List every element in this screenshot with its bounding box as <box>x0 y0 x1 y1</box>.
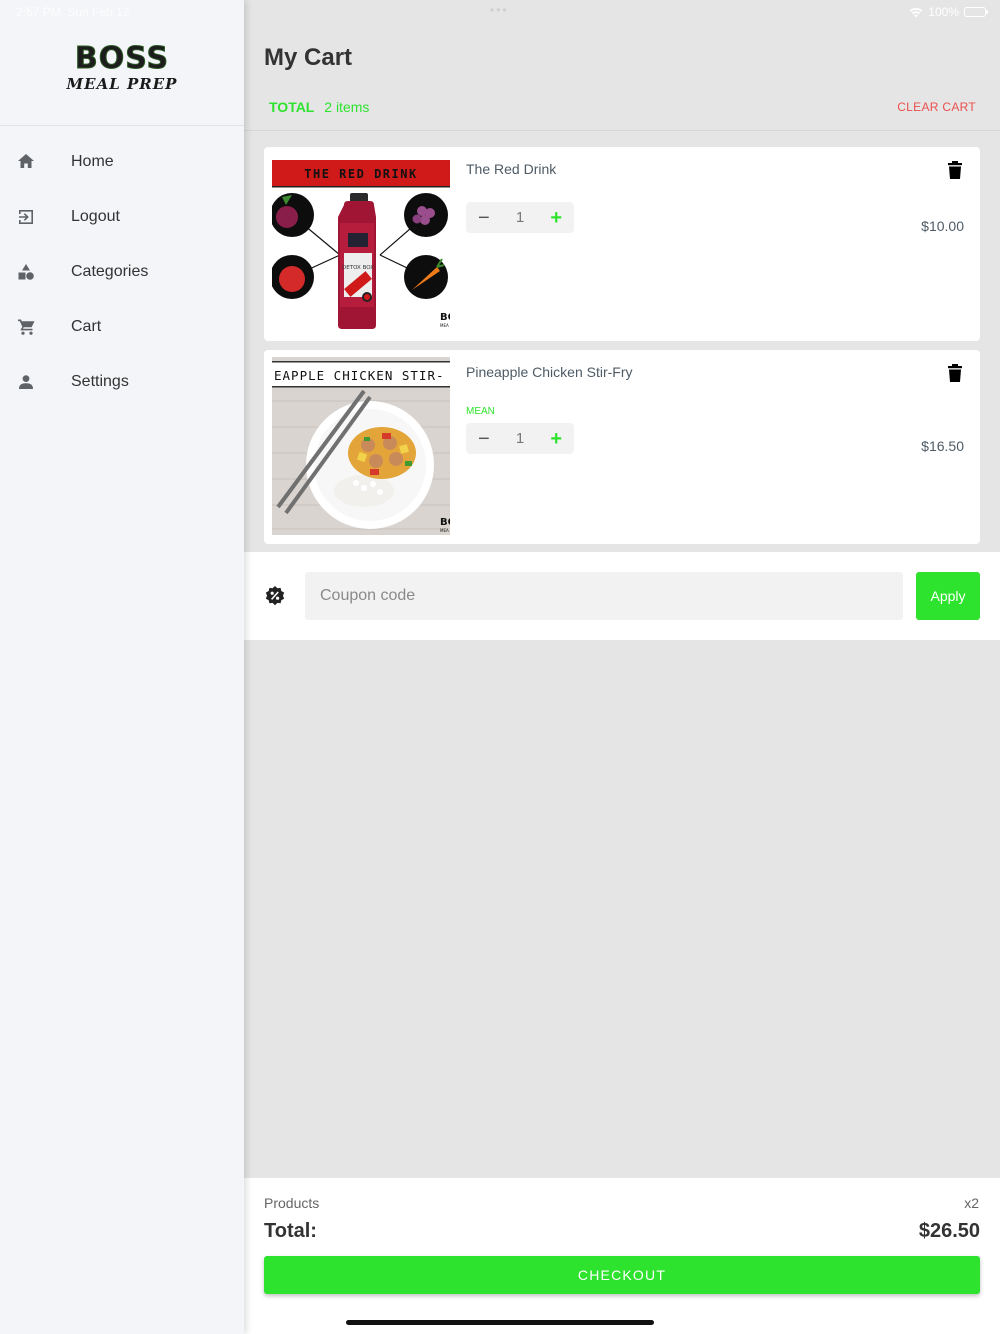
total-label: Total: <box>264 1220 317 1242</box>
quantity-stepper: − 1 + <box>466 423 574 454</box>
multitasking-dots[interactable]: ••• <box>490 3 509 17</box>
svg-text:BO: BO <box>440 312 450 323</box>
logout-icon <box>17 208 35 226</box>
sidebar-item-home[interactable]: Home <box>0 134 244 189</box>
home-icon <box>17 153 35 171</box>
product-image[interactable]: EAPPLE CHICKEN STIR- BO MEA <box>272 357 450 535</box>
categories-icon <box>17 263 35 281</box>
quantity-stepper: − 1 + <box>466 202 574 233</box>
svg-text:MEA: MEA <box>440 323 449 328</box>
sidebar-nav: Home Logout Categories Cart Settings <box>0 126 244 409</box>
logo-wordmark: BOSS <box>74 41 170 76</box>
coupon-code-input[interactable] <box>305 572 903 620</box>
status-time: 2:57 PM Sun Feb 12 <box>16 5 130 19</box>
total-value: $26.50 <box>918 1220 980 1242</box>
total-count: 2 items <box>324 99 370 115</box>
status-indicators: 100% <box>909 5 988 19</box>
product-image-caption: THE RED DRINK <box>304 167 417 181</box>
person-icon <box>17 373 35 391</box>
product-image-caption: EAPPLE CHICKEN STIR- <box>274 368 445 383</box>
sidebar-item-categories[interactable]: Categories <box>0 244 244 299</box>
wifi-icon <box>909 7 923 17</box>
cart-icon <box>17 318 35 336</box>
product-price: $16.50 <box>921 438 964 454</box>
cart-page: My Cart TOTAL 2 items CLEAR CART THE RED… <box>244 0 1000 1334</box>
products-label: Products <box>264 1195 320 1211</box>
product-image[interactable]: THE RED DRINK DETOX BOX B MEA <box>272 157 450 335</box>
apply-coupon-button[interactable]: Apply <box>916 572 980 620</box>
cart-total-summary: TOTAL 2 items <box>269 99 369 115</box>
products-count: x2 <box>964 1195 979 1211</box>
delete-icon[interactable] <box>948 161 964 181</box>
sidebar-item-label: Home <box>71 152 114 170</box>
increase-quantity-button[interactable]: + <box>550 429 562 449</box>
sidebar-item-label: Settings <box>71 372 129 390</box>
sidebar-item-logout[interactable]: Logout <box>0 189 244 244</box>
coupon-bar: Apply <box>244 552 1000 640</box>
cart-item: THE RED DRINK DETOX BOX B MEA The Red Dr… <box>264 147 980 341</box>
quantity-value: 1 <box>515 430 525 447</box>
product-name[interactable]: The Red Drink <box>466 161 556 177</box>
header-divider <box>244 130 1000 131</box>
sidebar: BOSS MEAL PREP Home Logout Categories Ca… <box>0 0 244 1334</box>
product-name[interactable]: Pineapple Chicken Stir-Fry <box>466 364 633 380</box>
product-price: $10.00 <box>921 218 964 234</box>
svg-text:MEA: MEA <box>440 528 449 533</box>
cart-item: EAPPLE CHICKEN STIR- BO MEA Pineapple Ch… <box>264 350 980 544</box>
battery-percent: 100% <box>928 5 959 19</box>
home-indicator[interactable] <box>346 1320 654 1325</box>
logo-tagline: MEAL PREP <box>66 75 178 93</box>
quantity-value: 1 <box>515 209 525 226</box>
sidebar-item-label: Categories <box>71 262 149 280</box>
sidebar-item-label: Cart <box>71 317 102 335</box>
order-summary: Products x2 Total: $26.50 CHECKOUT <box>244 1178 1000 1334</box>
decrease-quantity-button[interactable]: − <box>478 429 490 449</box>
product-variant: MEAN <box>466 406 495 417</box>
clear-cart-button[interactable]: CLEAR CART <box>897 100 976 114</box>
page-title: My Cart <box>264 44 353 71</box>
checkout-button[interactable]: CHECKOUT <box>264 1256 980 1294</box>
status-bar: 2:57 PM Sun Feb 12 ••• 100% <box>0 0 1000 24</box>
product-image-label: DETOX BOX <box>342 265 374 271</box>
sidebar-item-label: Logout <box>71 207 120 225</box>
battery-icon <box>964 7 988 17</box>
svg-text:BO: BO <box>440 517 450 528</box>
total-label: TOTAL <box>269 99 315 115</box>
delete-icon[interactable] <box>948 364 964 384</box>
sidebar-item-settings[interactable]: Settings <box>0 354 244 409</box>
sidebar-item-cart[interactable]: Cart <box>0 299 244 354</box>
decrease-quantity-button[interactable]: − <box>478 208 490 228</box>
discount-badge-icon <box>265 586 287 608</box>
increase-quantity-button[interactable]: + <box>550 208 562 228</box>
